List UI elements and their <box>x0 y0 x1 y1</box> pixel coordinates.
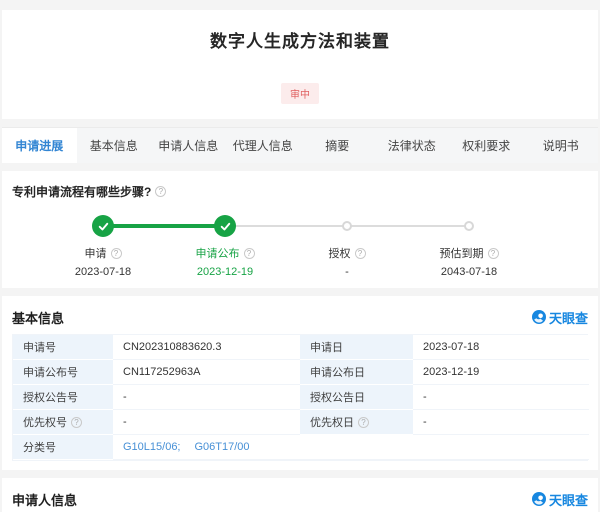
tab-权利要求[interactable]: 权利要求 <box>449 128 524 163</box>
step-label-text: 申请 <box>85 245 107 261</box>
tab-申请进展[interactable]: 申请进展 <box>2 128 77 163</box>
tab-申请人信息[interactable]: 申请人信息 <box>151 128 226 163</box>
help-icon[interactable]: ? <box>244 248 255 259</box>
cell-text: 申请日 <box>310 339 343 355</box>
table-label-cell: 申请公布号 <box>13 360 113 385</box>
step-pending-icon <box>464 221 474 231</box>
brand-name: 天眼查 <box>549 308 588 327</box>
cell-text: 申请公布日 <box>310 364 365 380</box>
cell-text: 优先权日 <box>310 414 354 430</box>
cell-text: 2023-12-19 <box>423 366 479 378</box>
step-label: 申请? <box>85 245 122 261</box>
table-value-cell: - <box>113 385 300 410</box>
step-date: 2023-07-18 <box>75 266 131 278</box>
basic-info-classification-link[interactable]: G10L15/06; <box>123 441 181 453</box>
cell-text: 授权公告号 <box>23 389 78 405</box>
brand-name: 天眼查 <box>549 490 588 509</box>
step-date: - <box>345 266 349 278</box>
step-申请: 申请? 2023-07-18 <box>42 214 164 278</box>
step-dot-area <box>464 214 474 238</box>
cell-text: 申请公布号 <box>23 364 78 380</box>
step-done-icon <box>92 215 114 237</box>
process-question: 专利申请流程有哪些步骤? ? <box>12 183 588 200</box>
page-title: 数字人生成方法和装置 <box>2 27 598 52</box>
tab-基本信息[interactable]: 基本信息 <box>77 128 152 163</box>
tianyancha-logo-icon <box>532 492 546 506</box>
step-dot-area <box>214 214 236 238</box>
step-dot-area <box>342 214 352 238</box>
section-title: 基本信息 <box>12 308 64 327</box>
step-label-text: 预估到期 <box>440 245 484 261</box>
brand-watermark: 天眼查 <box>532 490 588 509</box>
table-value-cell: 2023-12-19 <box>413 360 589 385</box>
table-value-cell: G10L15/06; G06T17/00 <box>113 435 589 460</box>
cell-text: 优先权号 <box>23 414 67 430</box>
brand-watermark: 天眼查 <box>532 308 588 327</box>
application-progress-section: 专利申请流程有哪些步骤? ? 申请? 2023-07-18 申请公布? 2023-12… <box>2 171 598 288</box>
step-授权: 授权?- <box>286 214 408 278</box>
step-dot-area <box>92 214 114 238</box>
basic-info-classification-link[interactable]: G06T17/00 <box>195 441 250 453</box>
step-date: 2043-07-18 <box>441 266 497 278</box>
tab-摘要[interactable]: 摘要 <box>300 128 375 163</box>
help-icon[interactable]: ? <box>355 248 366 259</box>
table-label-cell: 优先权号? <box>13 410 113 435</box>
step-label-text: 申请公布 <box>196 245 240 261</box>
cell-text: 2023-07-18 <box>423 341 479 353</box>
table-value-cell: CN202310883620.3 <box>113 335 300 360</box>
tab-法律状态[interactable]: 法律状态 <box>375 128 450 163</box>
tab-bar: 申请进展基本信息申请人信息代理人信息摘要法律状态权利要求说明书 <box>2 127 598 163</box>
table-value-cell: 2023-07-18 <box>413 335 589 360</box>
basic-info-section: 基本信息 天眼查 申请号 CN202310883620.3 申请日 2023-07-1… <box>2 296 598 470</box>
cell-text: - <box>123 416 127 428</box>
table-value-cell: - <box>113 410 300 435</box>
table-label-cell: 申请日 <box>300 335 413 360</box>
step-申请公布: 申请公布? 2023-12-19 <box>164 214 286 278</box>
cell-text: 授权公告日 <box>310 389 365 405</box>
step-label: 申请公布? <box>196 245 255 261</box>
progress-stepper: 申请?2023-07-18申请公布?2023-12-19授权?-预估到期?204… <box>12 214 588 278</box>
table-label-cell: 申请号 <box>13 335 113 360</box>
help-icon[interactable]: ? <box>155 186 166 197</box>
table-label-cell: 申请公布日 <box>300 360 413 385</box>
step-预估到期: 预估到期? 2043-07-18 <box>408 214 530 278</box>
step-label: 授权? <box>329 245 366 261</box>
process-question-text: 专利申请流程有哪些步骤? <box>12 183 151 200</box>
cell-text: - <box>123 391 127 403</box>
step-label-text: 授权 <box>329 245 351 261</box>
step-date: 2023-12-19 <box>197 266 253 278</box>
basic-info-table: 申请号 CN202310883620.3 申请日 2023-07-18 申请公布号 CN1… <box>12 334 588 461</box>
help-icon[interactable]: ? <box>111 248 122 259</box>
patent-header: 数字人生成方法和装置 审中 <box>2 10 598 119</box>
basic-info-header: 基本信息 天眼查 <box>12 308 588 326</box>
table-label-cell: 分类号 <box>13 435 113 460</box>
applicant-info-header: 申请人信息 天眼查 <box>12 490 588 508</box>
table-value-cell: CN117252963A <box>113 360 300 385</box>
tianyancha-logo-icon <box>532 310 546 324</box>
help-icon[interactable]: ? <box>71 417 82 428</box>
cell-text: CN202310883620.3 <box>123 341 221 353</box>
cell-text: 分类号 <box>23 439 56 455</box>
cell-text: CN117252963A <box>123 366 200 378</box>
help-icon[interactable]: ? <box>488 248 499 259</box>
table-label-cell: 优先权日? <box>300 410 413 435</box>
table-value-cell: - <box>413 385 589 410</box>
step-done-icon <box>214 215 236 237</box>
tab-说明书[interactable]: 说明书 <box>524 128 599 163</box>
cell-text: - <box>423 391 427 403</box>
help-icon[interactable]: ? <box>358 417 369 428</box>
table-label-cell: 授权公告号 <box>13 385 113 410</box>
step-pending-icon <box>342 221 352 231</box>
status-badge: 审中 <box>281 83 319 104</box>
table-value-cell: - <box>413 410 589 435</box>
cell-text: - <box>423 416 427 428</box>
cell-text: 申请号 <box>23 339 56 355</box>
section-title: 申请人信息 <box>12 490 77 509</box>
applicant-info-section: 申请人信息 天眼查 申请（专利权）人百度在线网络技术（北京）有限公司发明人袁杰;… <box>2 478 598 512</box>
tab-代理人信息[interactable]: 代理人信息 <box>226 128 301 163</box>
step-label: 预估到期? <box>440 245 499 261</box>
table-label-cell: 授权公告日 <box>300 385 413 410</box>
